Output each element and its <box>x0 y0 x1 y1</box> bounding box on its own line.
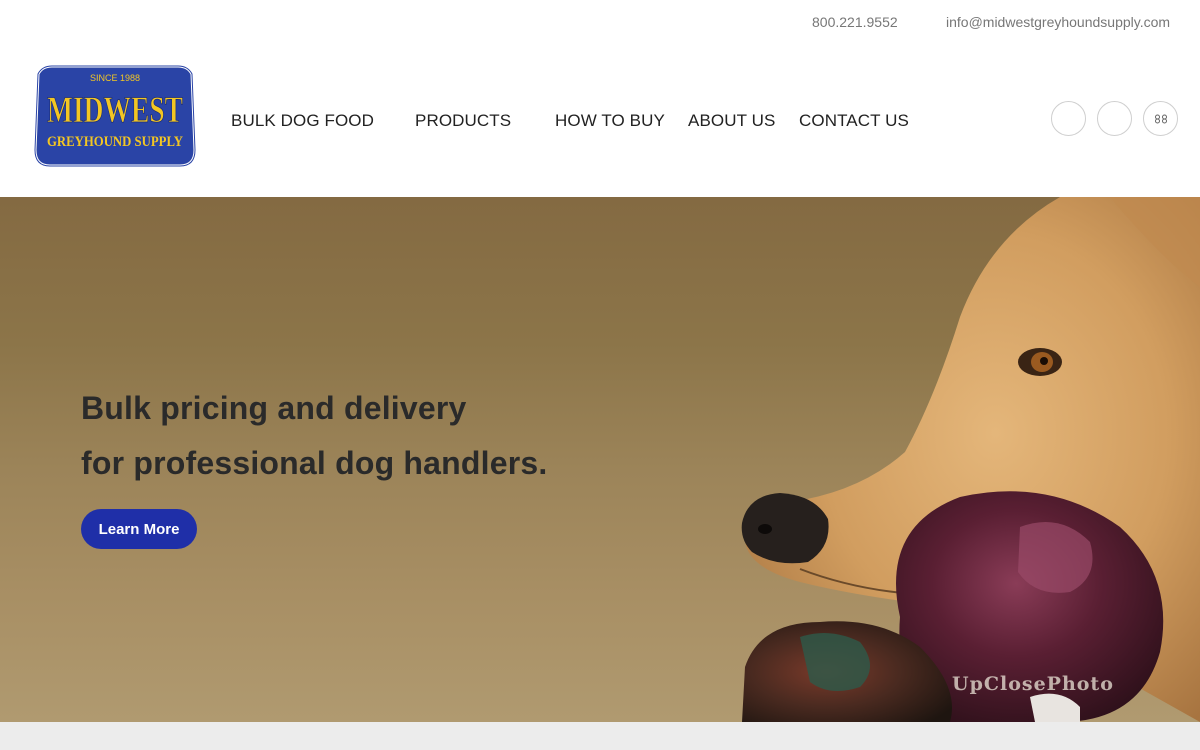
site-header: SINCE 1988 MIDWEST GREYHOUND SUPPLY BULK… <box>0 44 1200 197</box>
phone-link[interactable]: 800.221.9552 <box>812 14 898 30</box>
nav-item-about-us[interactable]: ABOUT US <box>688 111 775 131</box>
flickr-button[interactable] <box>1143 101 1178 136</box>
flickr-icon <box>1154 114 1168 124</box>
twitter-button[interactable] <box>1097 101 1132 136</box>
hero-heading-line-1: Bulk pricing and delivery <box>81 390 467 426</box>
nav-item-contact-us[interactable]: CONTACT US <box>799 111 909 131</box>
hero-heading-line-2: for professional dog handlers. <box>81 445 548 481</box>
nav-item-products[interactable]: PRODUCTS <box>415 111 511 131</box>
email-link[interactable]: info@midwestgreyhoundsupply.com <box>946 14 1170 30</box>
nav-item-how-to-buy[interactable]: HOW TO BUY <box>555 111 665 131</box>
nav-item-bulk-dog-food[interactable]: BULK DOG FOOD <box>231 111 374 131</box>
logo-since-text: SINCE 1988 <box>90 73 140 83</box>
site-logo[interactable]: SINCE 1988 MIDWEST GREYHOUND SUPPLY <box>32 60 198 172</box>
facebook-button[interactable] <box>1051 101 1086 136</box>
learn-more-button[interactable]: Learn More <box>81 509 197 549</box>
logo-badge: SINCE 1988 MIDWEST GREYHOUND SUPPLY <box>33 64 197 168</box>
logo-brand-top: MIDWEST <box>47 90 183 131</box>
section-divider <box>0 722 1200 750</box>
logo-brand-bottom: GREYHOUND SUPPLY <box>47 134 183 150</box>
photo-watermark: UpClosePhoto <box>952 673 1114 695</box>
top-contact-bar: 800.221.9552 info@midwestgreyhoundsupply… <box>0 0 1200 44</box>
hero-banner: Bulk pricing and delivery for profession… <box>0 197 1200 722</box>
